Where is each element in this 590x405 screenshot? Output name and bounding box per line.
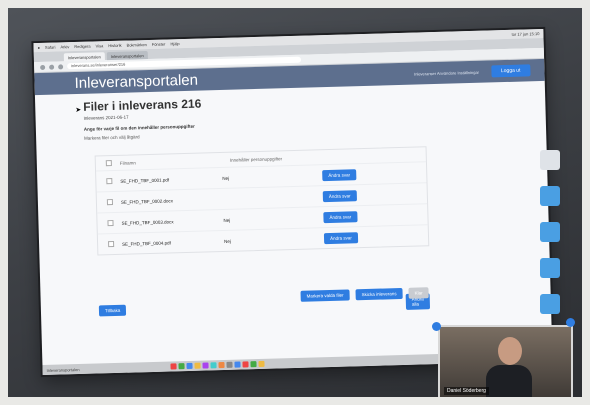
photo-border	[0, 0, 590, 405]
